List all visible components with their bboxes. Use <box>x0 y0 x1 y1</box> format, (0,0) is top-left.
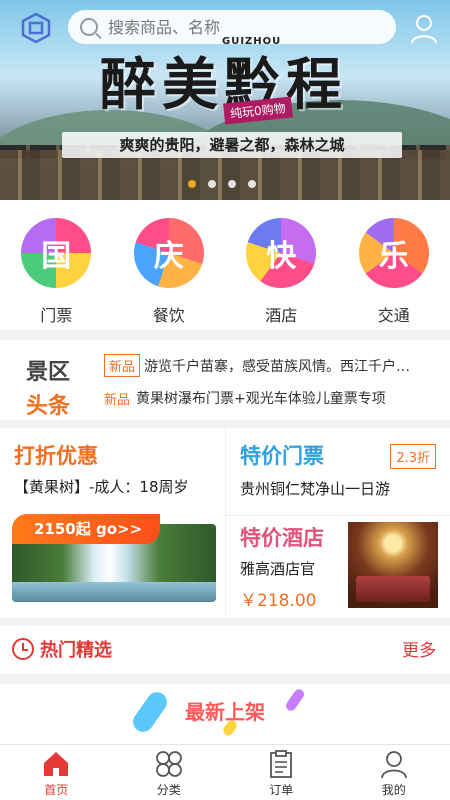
carousel-dot[interactable] <box>248 180 256 188</box>
new-arrivals-title: 最新上架 <box>185 700 265 724</box>
carousel-dot[interactable] <box>208 180 216 188</box>
more-link[interactable]: 更多 <box>402 636 436 661</box>
new-tag: 新品 <box>104 392 131 408</box>
hot-picks-title: 热门精选 <box>40 640 112 661</box>
bottom-tab-bar: 首页 分类 订单 我的 <box>0 744 450 800</box>
hotel-name: 雅高酒店官 <box>240 560 316 578</box>
new-arrivals-header: 最新上架 <box>0 684 450 744</box>
category-tickets[interactable]: 国 门票 <box>6 218 106 330</box>
hotel-card[interactable]: 特价酒店 雅高酒店官 ￥218.00 <box>226 516 450 618</box>
category-hotel[interactable]: 快 酒店 <box>231 218 331 330</box>
headlines-brand-top: 景区 <box>26 360 71 385</box>
category-grid-icon <box>155 751 182 777</box>
category-row: 国 门票 庆 餐饮 快 酒店 乐 交通 <box>0 200 450 330</box>
banner-slogan: 爽爽的贵阳，避暑之都，森林之城 <box>62 132 402 158</box>
tab-label: 分类 <box>156 783 181 797</box>
category-icon: 庆 <box>133 218 204 288</box>
category-label: 餐饮 <box>152 306 185 325</box>
discount-title: 打折优惠 <box>14 444 98 468</box>
ticket-title: 特价门票 <box>240 444 324 468</box>
discount-item: 【黄果树】-成人：18周岁 <box>14 478 189 496</box>
ticket-item: 贵州铜仁梵净山一日游 <box>240 480 391 498</box>
clipboard-icon <box>270 750 293 778</box>
user-icon[interactable] <box>410 14 438 44</box>
search-input[interactable] <box>108 17 378 37</box>
app-logo-icon <box>21 12 51 44</box>
headlines-brand-bottom: 头条 <box>26 394 71 419</box>
category-icon: 国 <box>21 218 92 288</box>
clock-icon <box>12 638 34 660</box>
category-icon-char: 乐 <box>378 239 409 274</box>
category-label: 交通 <box>377 306 410 325</box>
category-label: 门票 <box>40 306 73 325</box>
category-icon-char: 快 <box>266 239 297 274</box>
headline-text: 游览千户苗寨，感受苗族风情。西江千户… <box>144 358 411 375</box>
headline-text: 黄果树瀑布门票+观光车体验儿童票专项 <box>136 391 386 407</box>
headline-item[interactable]: 新品 黄果树瀑布门票+观光车体验儿童票专项 <box>104 388 440 408</box>
hotel-price: ￥218.00 <box>240 591 317 611</box>
headlines-brand: 景区 头条 <box>26 354 70 420</box>
tab-profile[interactable]: 我的 <box>338 745 450 800</box>
discount-card[interactable]: 打折优惠 【黄果树】-成人：18周岁 2150起 go>> <box>0 428 226 618</box>
category-dining[interactable]: 庆 餐饮 <box>119 218 219 330</box>
user-icon <box>380 751 407 779</box>
banner-subtitle: GUIZHOU <box>222 36 282 47</box>
discount-price-button[interactable]: 2150起 go>> <box>12 514 160 544</box>
tab-category[interactable]: 分类 <box>113 745 226 800</box>
scenic-headlines[interactable]: 景区 头条 新品 游览千户苗寨，感受苗族风情。西江千户… 新品 黄果树瀑布门票+… <box>0 340 450 420</box>
search-icon <box>80 18 98 36</box>
home-icon <box>44 752 69 776</box>
category-icon-char: 庆 <box>153 239 184 274</box>
carousel-dots[interactable] <box>188 180 256 188</box>
carousel-dot[interactable] <box>188 180 196 188</box>
new-tag: 新品 <box>104 354 141 377</box>
promo-section: 打折优惠 【黄果树】-成人：18周岁 2150起 go>> 特价门票 2.3折 … <box>0 428 450 618</box>
carousel-dot[interactable] <box>228 180 236 188</box>
ticket-card[interactable]: 特价门票 2.3折 贵州铜仁梵净山一日游 <box>226 428 450 516</box>
tab-label: 我的 <box>381 783 406 797</box>
hot-picks-header: 热门精选 更多 <box>0 626 450 674</box>
category-icon: 乐 <box>358 218 429 288</box>
discount-badge: 2.3折 <box>390 444 436 469</box>
category-transport[interactable]: 乐 交通 <box>344 218 444 330</box>
category-icon-char: 国 <box>41 239 72 274</box>
tab-home[interactable]: 首页 <box>0 745 113 800</box>
category-label: 酒店 <box>265 306 298 325</box>
hotel-image <box>348 522 438 608</box>
headline-item[interactable]: 新品 游览千户苗寨，感受苗族风情。西江千户… <box>104 354 440 377</box>
tab-label: 订单 <box>269 783 294 797</box>
hero-banner[interactable]: 醉美黔程 GUIZHOU 纯玩0购物 爽爽的贵阳，避暑之都，森林之城 <box>0 0 450 200</box>
tab-label: 首页 <box>44 783 69 797</box>
hotel-title: 特价酒店 <box>240 526 324 550</box>
category-icon: 快 <box>246 218 317 288</box>
tab-orders[interactable]: 订单 <box>225 745 338 800</box>
